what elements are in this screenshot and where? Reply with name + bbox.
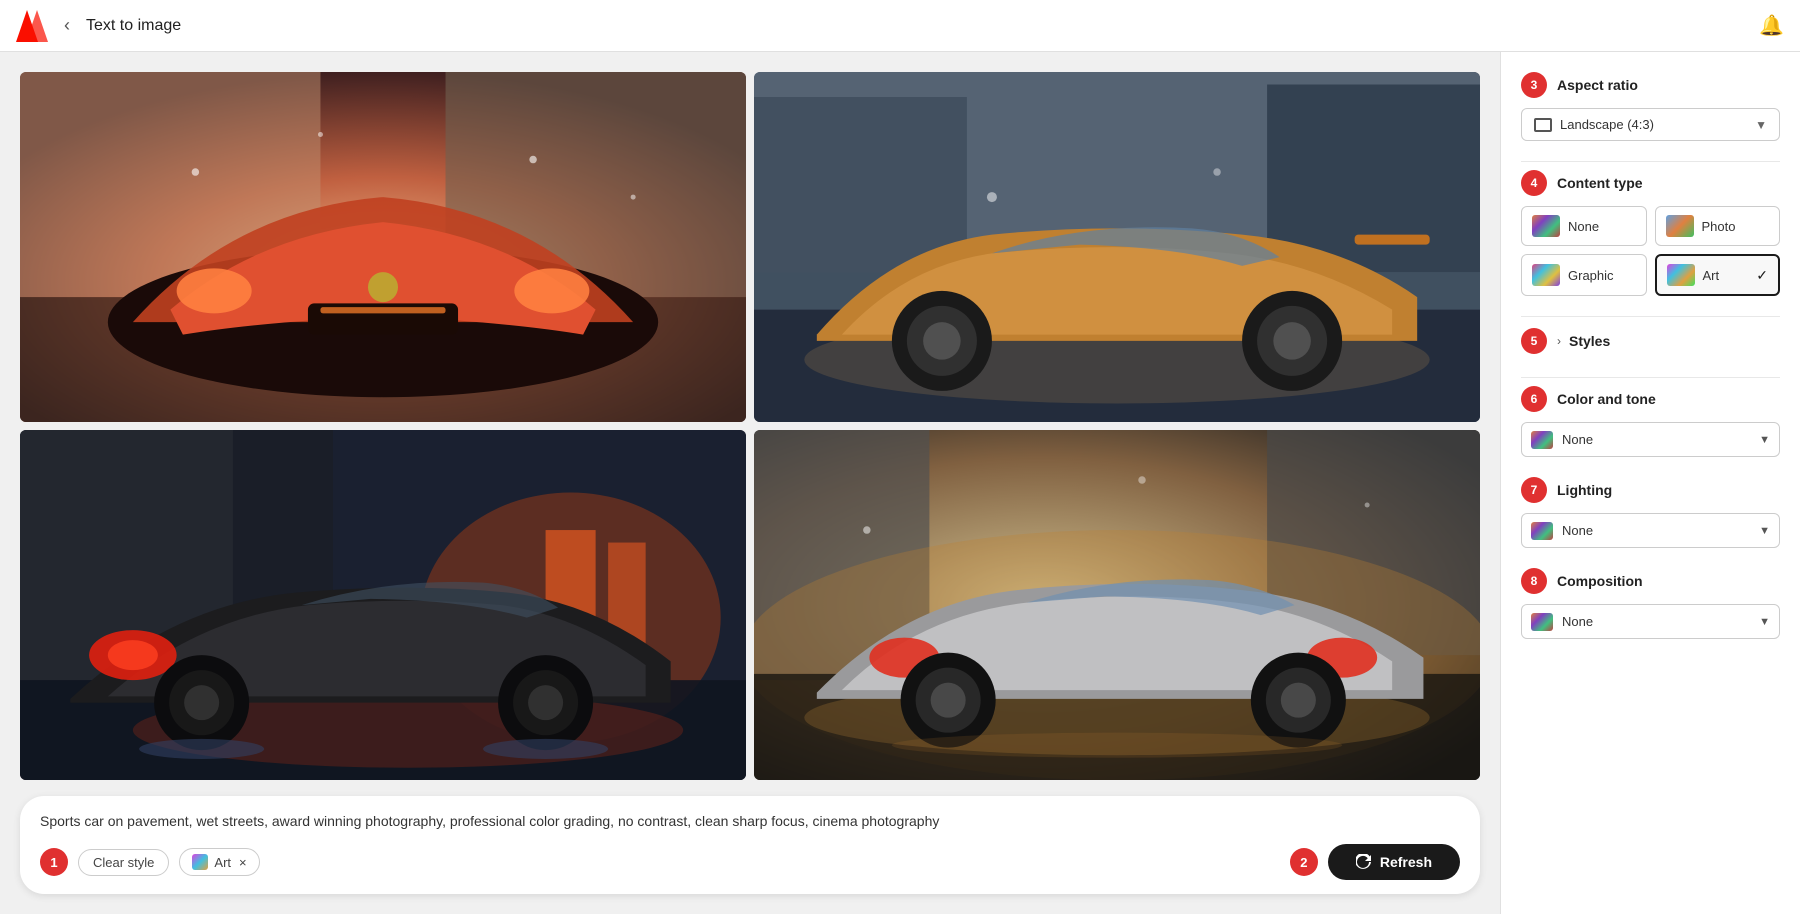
aspect-ratio-chevron: ▼ <box>1755 118 1767 132</box>
step-5-badge: 5 <box>1521 328 1547 354</box>
content-type-grid: None Photo Graphic Art ✓ <box>1521 206 1780 296</box>
composition-label: Composition <box>1557 573 1643 589</box>
step-8-badge: 8 <box>1521 568 1547 594</box>
styles-header: 5 › Styles <box>1521 325 1780 357</box>
divider-1 <box>1521 161 1780 162</box>
photo-thumb <box>1666 215 1694 237</box>
lighting-section: 7 Lighting None ▼ <box>1521 477 1780 548</box>
content-type-label: Content type <box>1557 175 1643 191</box>
car-svg-1 <box>20 72 746 422</box>
content-type-header: 4 Content type <box>1521 170 1780 196</box>
lighting-label: Lighting <box>1557 482 1612 498</box>
divider-3 <box>1521 377 1780 378</box>
aspect-ratio-header: 3 Aspect ratio <box>1521 72 1780 98</box>
aspect-ratio-label: Aspect ratio <box>1557 77 1638 93</box>
step-1-badge: 1 <box>40 848 68 876</box>
aspect-ratio-section: 3 Aspect ratio Landscape (4:3) ▼ <box>1521 72 1780 141</box>
content-type-photo[interactable]: Photo <box>1655 206 1781 246</box>
image-cell-4[interactable] <box>754 430 1480 780</box>
image-cell-2[interactable] <box>754 72 1480 422</box>
art-thumb <box>1667 264 1695 286</box>
color-tone-wrapper: None ▼ <box>1521 422 1780 457</box>
lighting-header: 7 Lighting <box>1521 477 1780 503</box>
prompt-text: Sports car on pavement, wet streets, awa… <box>40 812 1460 832</box>
car-svg-2 <box>754 72 1480 422</box>
photo-label: Photo <box>1702 219 1736 234</box>
image-grid <box>20 72 1480 780</box>
lighting-select[interactable]: None <box>1521 513 1780 548</box>
notification-icon: 🔔 <box>1759 15 1784 37</box>
art-style-tag[interactable]: Art × <box>179 848 259 876</box>
composition-header: 8 Composition <box>1521 568 1780 594</box>
content-type-none[interactable]: None <box>1521 206 1647 246</box>
art-tag-remove[interactable]: × <box>239 855 247 870</box>
step-4-badge: 4 <box>1521 170 1547 196</box>
art-tag-label: Art <box>214 855 231 870</box>
step-2-badge: 2 <box>1290 848 1318 876</box>
styles-section: 5 › Styles <box>1521 325 1780 357</box>
styles-chevron: › <box>1557 334 1561 348</box>
refresh-label: Refresh <box>1380 854 1432 870</box>
graphic-thumb <box>1532 264 1560 286</box>
notification-button[interactable]: 🔔 <box>1759 13 1784 38</box>
composition-section: 8 Composition None ▼ <box>1521 568 1780 639</box>
composition-wrapper: None ▼ <box>1521 604 1780 639</box>
color-tone-label: Color and tone <box>1557 391 1656 407</box>
content-area: Sports car on pavement, wet streets, awa… <box>0 52 1500 914</box>
content-type-section: 4 Content type None Photo Graphic <box>1521 170 1780 296</box>
main-layout: Sports car on pavement, wet streets, awa… <box>0 52 1800 914</box>
divider-2 <box>1521 316 1780 317</box>
car-svg-3 <box>20 430 746 780</box>
right-panel: 3 Aspect ratio Landscape (4:3) ▼ 4 Conte… <box>1500 52 1800 914</box>
adobe-logo <box>16 10 48 42</box>
styles-row[interactable]: › Styles <box>1557 325 1610 357</box>
content-type-graphic[interactable]: Graphic <box>1521 254 1647 296</box>
art-check-icon: ✓ <box>1756 267 1768 284</box>
art-label: Art <box>1703 268 1720 283</box>
styles-label: Styles <box>1569 333 1610 349</box>
dropdown-left: Landscape (4:3) <box>1534 117 1654 132</box>
back-button[interactable]: ‹ <box>60 11 74 40</box>
clear-style-button[interactable]: Clear style <box>78 849 169 876</box>
landscape-icon <box>1534 118 1552 132</box>
prompt-footer: 1 Clear style Art × 2 Refresh <box>40 844 1460 880</box>
color-tone-section: 6 Color and tone None ▼ <box>1521 386 1780 457</box>
composition-select[interactable]: None <box>1521 604 1780 639</box>
prompt-area: Sports car on pavement, wet streets, awa… <box>20 796 1480 894</box>
refresh-button[interactable]: Refresh <box>1328 844 1460 880</box>
step-7-badge: 7 <box>1521 477 1547 503</box>
aspect-ratio-dropdown[interactable]: Landscape (4:3) ▼ <box>1521 108 1780 141</box>
color-tone-header: 6 Color and tone <box>1521 386 1780 412</box>
none-label: None <box>1568 219 1599 234</box>
refresh-icon <box>1356 854 1372 870</box>
art-tag-icon <box>192 854 208 870</box>
app-header: ‹ Text to image 🔔 <box>0 0 1800 52</box>
color-tone-select[interactable]: None <box>1521 422 1780 457</box>
car-svg-4 <box>754 430 1480 780</box>
image-cell-3[interactable] <box>20 430 746 780</box>
page-title: Text to image <box>86 17 181 35</box>
step-6-badge: 6 <box>1521 386 1547 412</box>
none-thumb <box>1532 215 1560 237</box>
step-3-badge: 3 <box>1521 72 1547 98</box>
lighting-wrapper: None ▼ <box>1521 513 1780 548</box>
image-cell-1[interactable] <box>20 72 746 422</box>
aspect-ratio-value: Landscape (4:3) <box>1560 117 1654 132</box>
back-icon: ‹ <box>64 15 70 36</box>
content-type-art[interactable]: Art ✓ <box>1655 254 1781 296</box>
graphic-label: Graphic <box>1568 268 1614 283</box>
